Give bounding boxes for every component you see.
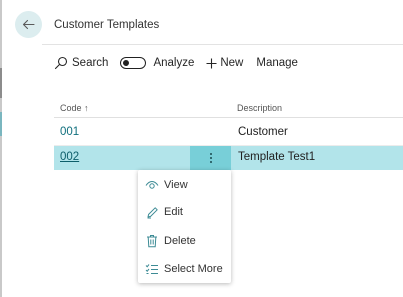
side-edge <box>0 0 2 297</box>
menu-item-delete[interactable]: Delete <box>138 228 231 254</box>
action-bar: Search Analyze New Manage <box>54 53 403 73</box>
new-button[interactable]: New <box>206 57 243 69</box>
menu-item-label: Delete <box>164 235 196 247</box>
menu-item-label: Edit <box>164 206 183 218</box>
header-row-divider <box>54 117 403 118</box>
checklist-icon <box>145 262 159 276</box>
analyze-label: Analyze <box>153 57 195 69</box>
analyze-toggle[interactable]: Analyze <box>120 57 194 69</box>
menu-item-label: View <box>164 179 188 191</box>
side-edge-segment <box>0 68 2 98</box>
manage-button[interactable]: Manage <box>256 57 298 69</box>
row-code-link[interactable]: 002 <box>60 151 79 163</box>
header-divider <box>42 44 403 45</box>
search-label: Search <box>72 57 109 69</box>
eye-icon <box>145 178 159 192</box>
toggle-switch[interactable] <box>120 57 147 69</box>
column-header-code[interactable]: Code ↑ <box>60 103 89 113</box>
row-context-menu: View Edit Delete Select More <box>138 170 231 283</box>
table-row-selected[interactable]: 002 Template Test1 <box>54 146 403 170</box>
row-description: Customer <box>238 126 288 138</box>
menu-item-edit[interactable]: Edit <box>138 199 231 225</box>
menu-item-view[interactable]: View <box>138 172 231 198</box>
table-row[interactable]: 001 Customer <box>54 121 403 145</box>
search-button[interactable]: Search <box>54 56 108 70</box>
menu-item-select-more[interactable]: Select More <box>138 256 231 282</box>
page-title: Customer Templates <box>54 19 160 31</box>
more-vertical-icon <box>209 153 212 163</box>
row-description: Template Test1 <box>238 151 316 163</box>
row-actions-button[interactable] <box>190 146 231 170</box>
menu-item-label: Select More <box>164 263 223 275</box>
search-icon <box>54 56 68 70</box>
row-code-link[interactable]: 001 <box>60 126 79 138</box>
new-label: New <box>220 57 244 69</box>
column-header-description[interactable]: Description <box>237 103 282 113</box>
side-edge-segment-highlight <box>0 112 2 136</box>
plus-icon <box>206 58 217 68</box>
back-arrow-icon <box>22 19 35 30</box>
back-button[interactable] <box>15 11 42 38</box>
toggle-knob <box>123 59 130 66</box>
pencil-icon <box>145 205 159 219</box>
manage-label: Manage <box>256 57 298 69</box>
trash-icon <box>145 234 159 248</box>
